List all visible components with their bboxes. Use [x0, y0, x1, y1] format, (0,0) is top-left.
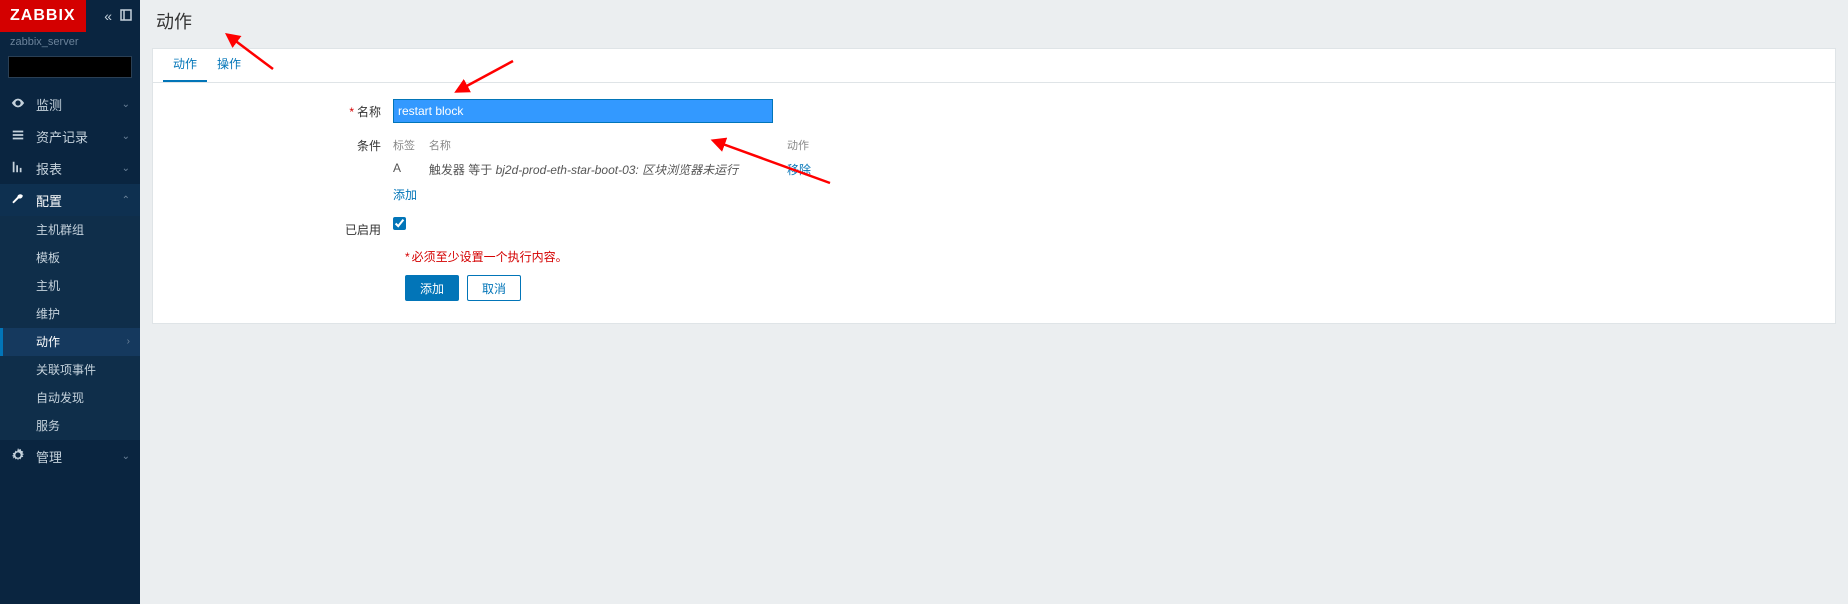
subnav-configuration: 主机群组 模板 主机 维护 动作 › 关联项事件 自动发现 服务 — [0, 216, 140, 440]
chevron-down-icon: ⌄ — [122, 131, 130, 142]
nav-label: 配置 — [36, 191, 112, 210]
label-enabled: 已启用 — [173, 217, 393, 238]
nav-label: 监测 — [36, 95, 112, 114]
tab-action[interactable]: 动作 — [163, 47, 207, 82]
subnav-discovery[interactable]: 自动发现 — [0, 384, 140, 412]
form-panel: 动作 操作 *名称 条件 — [152, 48, 1836, 324]
subnav-maintenance[interactable]: 维护 — [0, 300, 140, 328]
subnav-actions[interactable]: 动作 › — [0, 328, 140, 356]
cond-tag: A — [393, 157, 429, 182]
nav-item-monitoring[interactable]: 监测 ⌄ — [0, 88, 140, 120]
submit-button[interactable]: 添加 — [405, 275, 459, 301]
th-tag: 标签 — [393, 133, 429, 157]
tab-operation[interactable]: 操作 — [207, 47, 251, 82]
subnav-correlation[interactable]: 关联项事件 — [0, 356, 140, 384]
gear-icon — [10, 448, 26, 465]
chart-icon — [10, 160, 26, 177]
nav: 监测 ⌄ 资产记录 ⌄ 报表 ⌄ 配置 ⌃ 主机群组 — [0, 88, 140, 472]
sidebar: ZABBIX « zabbix_server 监测 ⌄ — [0, 0, 140, 604]
add-condition-link[interactable]: 添加 — [393, 188, 417, 202]
chevron-down-icon: ⌄ — [122, 163, 130, 174]
subnav-hostgroups[interactable]: 主机群组 — [0, 216, 140, 244]
required-icon: * — [349, 105, 354, 119]
sidebar-hide-icon[interactable] — [120, 8, 132, 24]
nav-label: 资产记录 — [36, 127, 112, 146]
required-icon: * — [405, 250, 410, 264]
tabs: 动作 操作 — [153, 49, 1835, 83]
brand-logo[interactable]: ZABBIX — [0, 0, 86, 32]
chevron-down-icon: ⌄ — [122, 99, 130, 110]
eye-icon — [10, 96, 26, 113]
search-box[interactable] — [8, 56, 132, 78]
th-name: 名称 — [429, 133, 787, 157]
cond-name: 触发器 等于 bj2d-prod-eth-star-boot-03: 区块浏览器… — [429, 157, 787, 182]
th-action: 动作 — [787, 133, 847, 157]
label-conditions: 条件 — [173, 133, 393, 154]
server-name: zabbix_server — [0, 32, 140, 56]
cancel-button[interactable]: 取消 — [467, 275, 521, 301]
wrench-icon — [10, 192, 26, 209]
chevron-right-icon: › — [127, 328, 130, 356]
list-icon — [10, 128, 26, 145]
condition-row: A 触发器 等于 bj2d-prod-eth-star-boot-03: 区块浏… — [393, 157, 847, 182]
sidebar-top: ZABBIX « — [0, 0, 140, 32]
nav-label: 管理 — [36, 447, 112, 466]
nav-item-configuration[interactable]: 配置 ⌃ — [0, 184, 140, 216]
nav-item-admin[interactable]: 管理 ⌄ — [0, 440, 140, 472]
nav-item-reports[interactable]: 报表 ⌄ — [0, 152, 140, 184]
error-message: *必须至少设置一个执行内容。 — [405, 248, 1815, 265]
subnav-label: 动作 — [36, 335, 60, 349]
chevron-up-icon: ⌃ — [122, 195, 130, 206]
nav-label: 报表 — [36, 159, 112, 178]
label-name: *名称 — [173, 99, 393, 120]
nav-item-inventory[interactable]: 资产记录 ⌄ — [0, 120, 140, 152]
sidebar-collapse-icon[interactable]: « — [104, 8, 112, 24]
chevron-down-icon: ⌄ — [122, 451, 130, 462]
conditions-table: 标签 名称 动作 A 触发器 等于 bj2d-prod-eth-star-boo… — [393, 133, 847, 207]
subnav-services[interactable]: 服务 — [0, 412, 140, 440]
remove-condition-link[interactable]: 移除 — [787, 163, 811, 177]
search-input[interactable] — [13, 61, 155, 73]
subnav-hosts[interactable]: 主机 — [0, 272, 140, 300]
subnav-templates[interactable]: 模板 — [0, 244, 140, 272]
name-input[interactable] — [393, 99, 773, 123]
page-title: 动作 — [140, 0, 1848, 40]
main-content: 动作 动作 操作 *名称 条件 — [140, 0, 1848, 604]
enabled-checkbox[interactable] — [393, 217, 406, 230]
